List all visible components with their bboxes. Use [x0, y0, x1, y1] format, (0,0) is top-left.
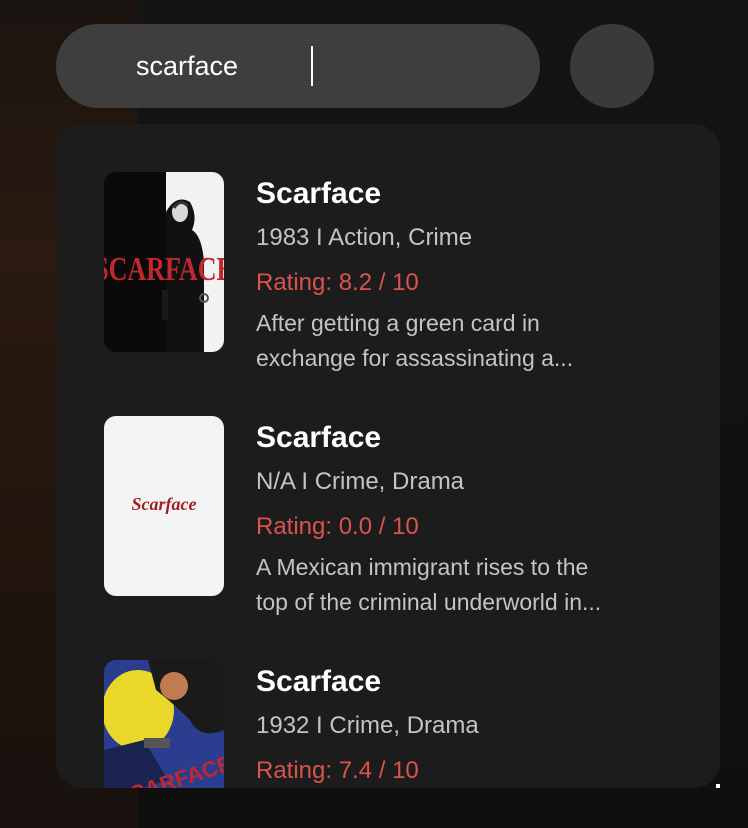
text-caret	[311, 46, 313, 86]
result-description: A Mexican immigrant rises to the top of …	[256, 550, 686, 620]
movie-poster: SCARFACE	[104, 172, 224, 352]
description-line: exchange for assassinating a...	[256, 345, 574, 371]
result-meta: 1983 I Action, Crime	[256, 224, 473, 251]
result-item[interactable]: Scarface Scarface N/A I Crime, Drama Rat…	[104, 416, 704, 616]
description-line: A Mexican immigrant rises to the	[256, 554, 589, 580]
result-item[interactable]: SCARFACE Scarface 1932 I Crime, Drama Ra…	[104, 660, 704, 788]
poster-title-text: SCARFACE	[104, 250, 224, 288]
movie-poster: SCARFACE	[104, 660, 224, 788]
description-line: top of the criminal underworld in...	[256, 589, 602, 615]
result-description: After getting a green card in exchange f…	[256, 306, 686, 376]
result-rating: Rating: 8.2 / 10	[256, 269, 419, 296]
poster-title-text: Scarface	[132, 494, 197, 514]
result-title: Scarface	[256, 177, 382, 210]
result-title: Scarface	[256, 665, 382, 698]
result-meta: N/A I Crime, Drama	[256, 468, 465, 495]
result-meta: 1932 I Crime, Drama	[256, 712, 479, 739]
result-title: Scarface	[256, 421, 382, 454]
result-rating: Rating: 7.4 / 10	[256, 757, 419, 784]
results-dropdown: SCARFACE Scarface 1983 I Action, Crime R…	[56, 124, 720, 788]
search-button[interactable]	[570, 24, 654, 108]
scroll-indicator-dot	[716, 784, 720, 788]
search-input[interactable]	[136, 46, 516, 86]
description-line: After getting a green card in	[256, 310, 540, 336]
search-bar[interactable]	[56, 24, 540, 108]
movie-poster: Scarface	[104, 416, 224, 596]
result-rating: Rating: 0.0 / 10	[256, 513, 419, 540]
result-item[interactable]: SCARFACE Scarface 1983 I Action, Crime R…	[104, 172, 704, 372]
